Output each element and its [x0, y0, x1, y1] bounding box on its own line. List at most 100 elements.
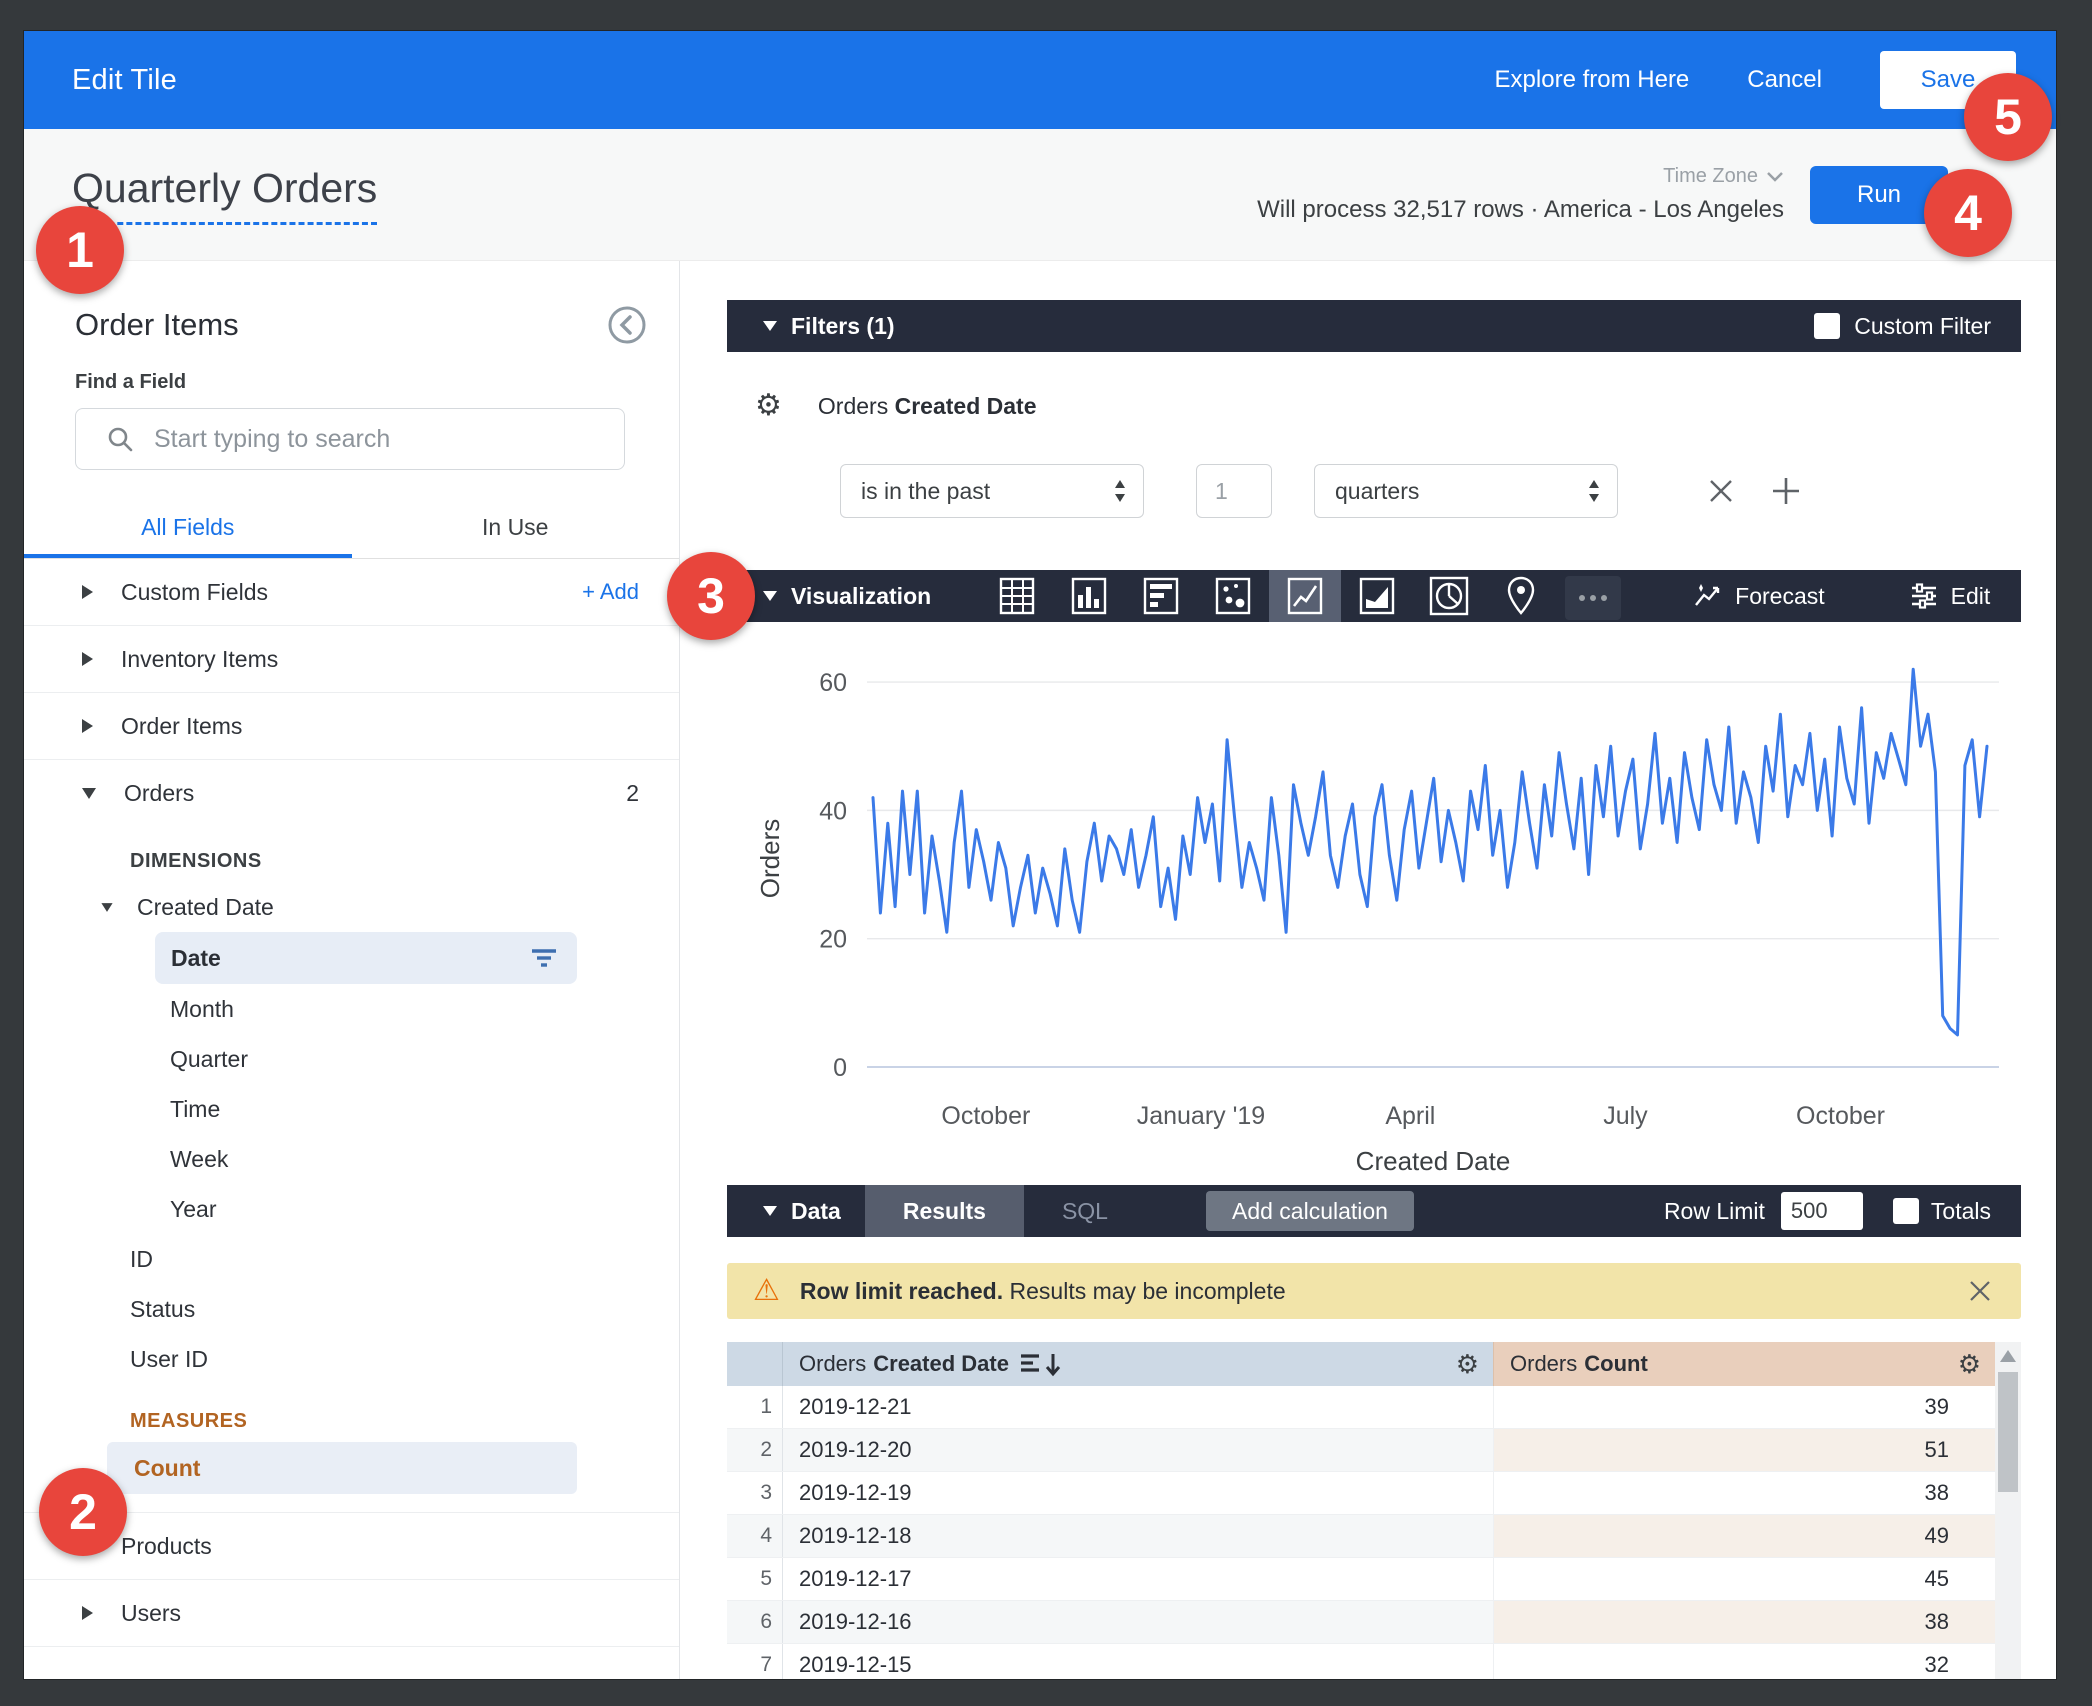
- row-number-header: [727, 1342, 783, 1386]
- group-label: Custom Fields: [121, 579, 268, 606]
- group-label: Products: [121, 1533, 212, 1560]
- sliders-icon: [1909, 581, 1939, 611]
- group-users[interactable]: Users: [24, 1580, 679, 1647]
- visualization-bar[interactable]: Visualization: [727, 570, 2021, 622]
- field-item-month[interactable]: Month: [24, 984, 679, 1034]
- viz-pie-chart-icon[interactable]: [1413, 570, 1485, 622]
- totals-checkbox[interactable]: [1893, 1198, 1919, 1224]
- tile-title[interactable]: Quarterly Orders: [72, 165, 377, 225]
- table-row[interactable]: 22019-12-2051: [727, 1429, 1995, 1472]
- table-row[interactable]: 12019-12-2139: [727, 1386, 1995, 1429]
- explore-main: Filters (1) Custom Filter ⚙ Orders Creat…: [680, 261, 2056, 1679]
- dimensions-label: DIMENSIONS: [130, 840, 679, 882]
- field-item-time[interactable]: Time: [24, 1084, 679, 1134]
- caret-down-icon: [82, 788, 96, 799]
- group-order-items[interactable]: Order Items: [24, 693, 679, 760]
- collapse-sidebar-icon[interactable]: [605, 303, 649, 347]
- sort-desc-icon[interactable]: [1019, 1351, 1065, 1377]
- filter-unit-select[interactable]: quarters: [1314, 464, 1618, 518]
- add-calculation-button[interactable]: Add calculation: [1206, 1191, 1414, 1231]
- search-icon: [106, 425, 134, 453]
- svg-text:Orders: Orders: [755, 819, 785, 898]
- column-header-count[interactable]: Orders Count ⚙: [1493, 1342, 1995, 1386]
- forecast-button[interactable]: Forecast: [1693, 581, 1824, 611]
- table-row[interactable]: 32019-12-1938: [727, 1472, 1995, 1515]
- table-row[interactable]: 42019-12-1849: [727, 1515, 1995, 1558]
- svg-text:20: 20: [819, 926, 847, 954]
- orders-line-chart[interactable]: 0204060OrdersOctoberJanuary '19AprilJuly…: [727, 622, 2021, 1182]
- row-number: 5: [727, 1558, 783, 1600]
- field-search[interactable]: [75, 408, 625, 470]
- scrollbar-thumb[interactable]: [1998, 1372, 2018, 1492]
- viz-bar-chart-icon[interactable]: [1053, 570, 1125, 622]
- field-tabs: All Fields In Use: [24, 502, 679, 559]
- updown-icon: [1113, 479, 1127, 503]
- field-item-quarter[interactable]: Quarter: [24, 1034, 679, 1084]
- field-group-created-date[interactable]: Created Date: [24, 882, 679, 932]
- field-item-status[interactable]: Status: [24, 1284, 679, 1334]
- filter-operator-select[interactable]: is in the past: [840, 464, 1144, 518]
- svg-text:0: 0: [833, 1054, 847, 1082]
- scroll-up-icon[interactable]: [2000, 1350, 2016, 1362]
- viz-more-options-icon[interactable]: [1557, 570, 1629, 622]
- viz-horizontal-bar-icon[interactable]: [1125, 570, 1197, 622]
- caret-down-icon: [763, 1206, 777, 1216]
- field-item-id[interactable]: ID: [24, 1234, 679, 1284]
- group-inventory-items[interactable]: Inventory Items: [24, 626, 679, 693]
- svg-text:January '19: January '19: [1137, 1102, 1265, 1130]
- group-custom-fields[interactable]: Custom Fields + Add: [24, 559, 679, 626]
- explore-from-here-link[interactable]: Explore from Here: [1495, 66, 1690, 94]
- filters-bar[interactable]: Filters (1) Custom Filter: [727, 300, 2021, 352]
- field-item-date-selected[interactable]: Date: [155, 932, 577, 984]
- filter-gear-icon[interactable]: ⚙: [755, 391, 782, 421]
- filter-icon[interactable]: [531, 947, 557, 969]
- viz-area-chart-icon[interactable]: [1341, 570, 1413, 622]
- field-item-week[interactable]: Week: [24, 1134, 679, 1184]
- field-item-count-selected[interactable]: Count: [107, 1442, 577, 1494]
- add-filter-icon[interactable]: [1770, 475, 1802, 507]
- warning-text-bold: Row limit reached.: [800, 1278, 1003, 1304]
- field-group-label: Created Date: [137, 894, 274, 921]
- field-item-user-id[interactable]: User ID: [24, 1334, 679, 1384]
- group-label: Inventory Items: [121, 646, 278, 673]
- viz-map-icon[interactable]: [1485, 570, 1557, 622]
- tab-in-use[interactable]: In Use: [352, 502, 680, 558]
- add-custom-field-button[interactable]: + Add: [582, 579, 639, 605]
- row-number: 7: [727, 1644, 783, 1679]
- query-info: Time Zone Will process 32,517 rows · Ame…: [1257, 165, 1784, 224]
- edit-viz-button[interactable]: Edit: [1909, 581, 1991, 611]
- tab-all-fields[interactable]: All Fields: [24, 502, 352, 558]
- table-row[interactable]: 62019-12-1638: [727, 1601, 1995, 1644]
- screenshot-root: Edit Tile Explore from Here Cancel Save …: [0, 0, 2092, 1706]
- dismiss-warning-icon[interactable]: [1965, 1276, 1995, 1306]
- content: Order Items Find a Field All Fields In U…: [24, 261, 2056, 1679]
- app-bar-actions: Explore from Here Cancel Save: [1495, 51, 2016, 109]
- cancel-button[interactable]: Cancel: [1747, 66, 1822, 94]
- column-header-created-date[interactable]: Orders Created Date ⚙: [783, 1342, 1493, 1386]
- column-gear-icon[interactable]: ⚙: [1456, 1351, 1479, 1377]
- field-search-input[interactable]: [152, 424, 608, 455]
- column-field-name: Created Date: [873, 1351, 1009, 1377]
- table-row[interactable]: 72019-12-1532: [727, 1644, 1995, 1679]
- cell-created-date: 2019-12-19: [783, 1472, 1493, 1514]
- time-zone-dropdown[interactable]: Time Zone: [1663, 165, 1784, 188]
- custom-filter-checkbox[interactable]: [1814, 313, 1840, 339]
- table-scrollbar[interactable]: [1995, 1342, 2021, 1679]
- tab-sql[interactable]: SQL: [1024, 1185, 1146, 1237]
- filter-value-input[interactable]: [1196, 464, 1272, 518]
- viz-table-icon[interactable]: [981, 570, 1053, 622]
- custom-filter-label: Custom Filter: [1854, 313, 1991, 340]
- annotation-badge-1: 1: [36, 206, 124, 294]
- chevron-down-icon: [1766, 171, 1784, 183]
- table-row[interactable]: 52019-12-1745: [727, 1558, 1995, 1601]
- group-orders[interactable]: Orders 2: [24, 760, 679, 826]
- column-gear-icon[interactable]: ⚙: [1958, 1351, 1981, 1377]
- viz-line-chart-icon-selected[interactable]: [1269, 570, 1341, 622]
- tab-results[interactable]: Results: [865, 1185, 1024, 1237]
- viz-scatter-icon[interactable]: [1197, 570, 1269, 622]
- group-label: Users: [121, 1600, 181, 1627]
- data-bar[interactable]: Data Results SQL Add calculation Row Lim…: [727, 1185, 2021, 1237]
- field-item-year[interactable]: Year: [24, 1184, 679, 1234]
- row-limit-input[interactable]: [1781, 1192, 1863, 1230]
- remove-filter-icon[interactable]: [1706, 476, 1736, 506]
